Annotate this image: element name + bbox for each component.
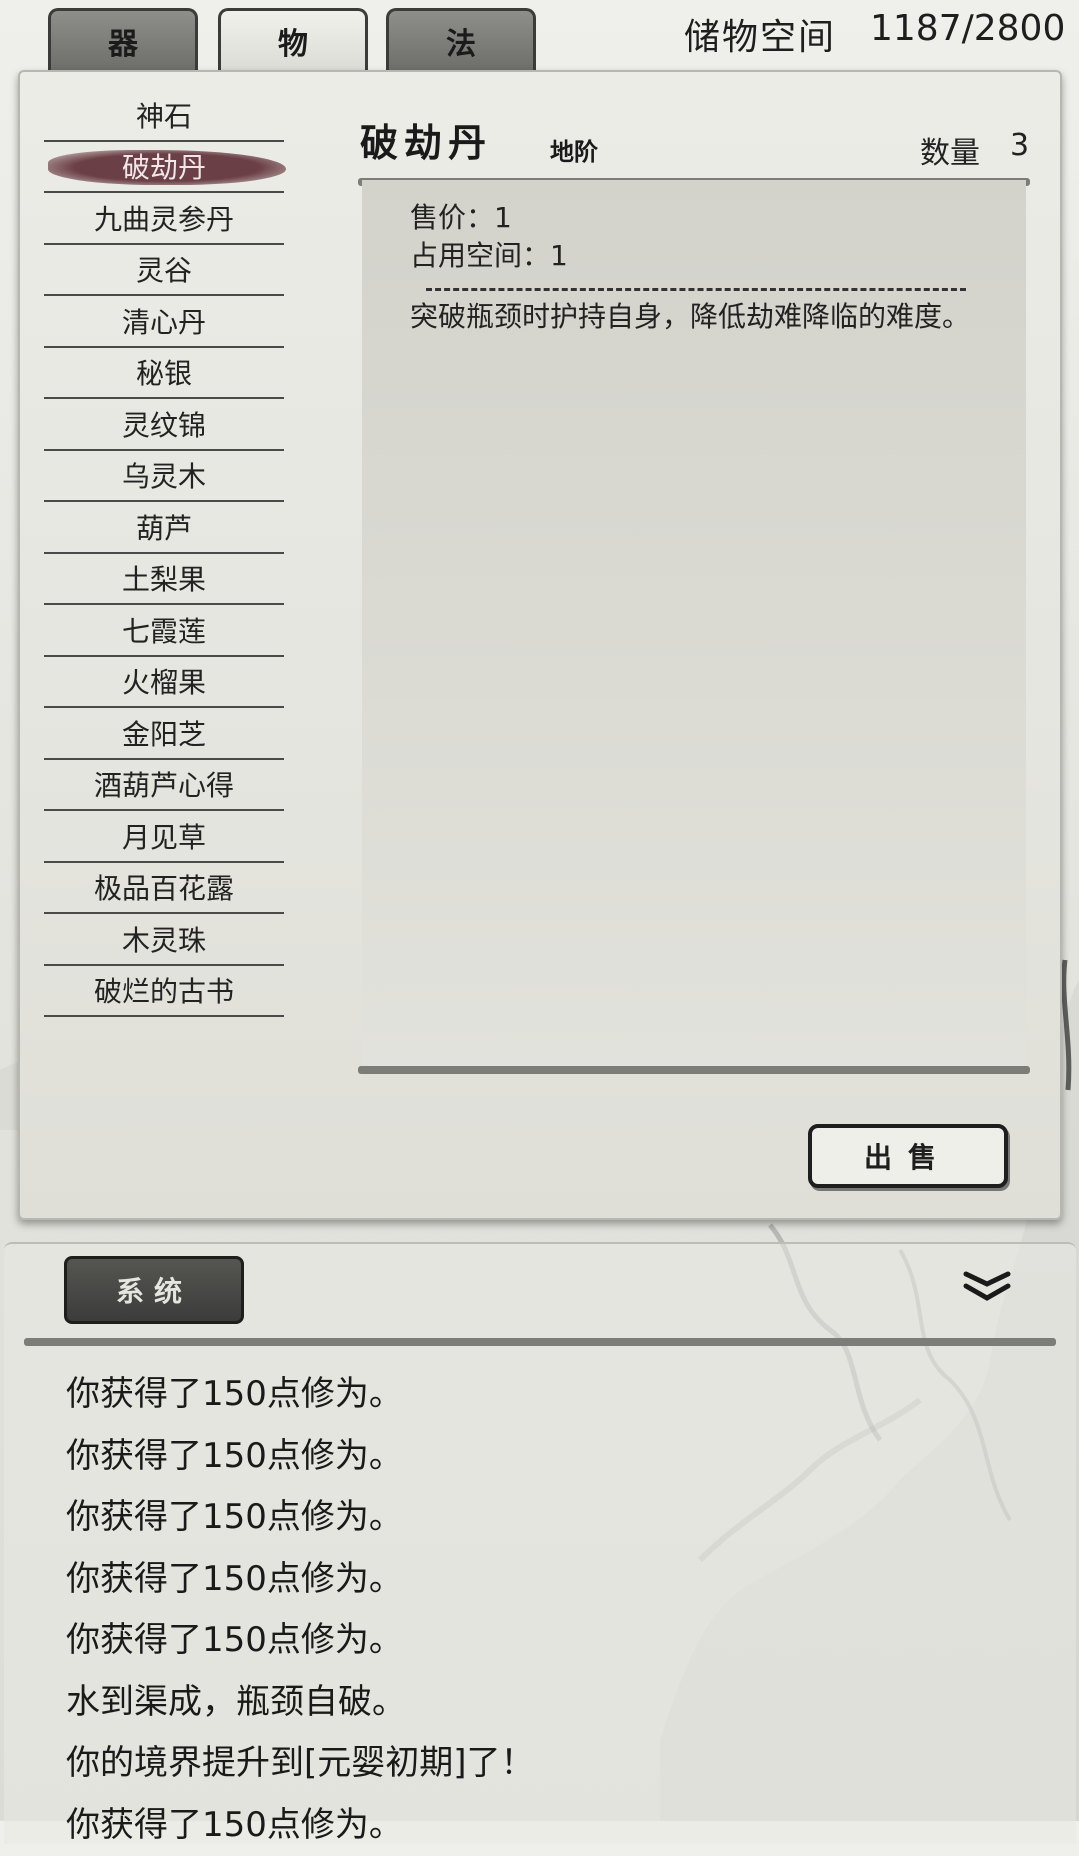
item-label: 土梨果 — [122, 558, 206, 598]
tab-label: 物 — [278, 19, 308, 63]
item-label: 破烂的古书 — [94, 970, 234, 1010]
description-text: 突破瓶颈时护持自身，降低劫难降临的难度。 — [410, 298, 970, 336]
item-label: 破劫丹 — [122, 146, 206, 186]
list-item[interactable]: 七霞莲 — [44, 605, 284, 657]
list-item[interactable]: 灵纹锦 — [44, 399, 284, 451]
item-label: 月见草 — [122, 816, 206, 856]
log-list: 你获得了150点修为。 你获得了150点修为。 你获得了150点修为。 你获得了… — [66, 1364, 535, 1856]
log-line: 你获得了150点修为。 — [66, 1549, 535, 1611]
list-item[interactable]: 破烂的古书 — [44, 966, 284, 1018]
list-item[interactable]: 酒葫芦心得 — [44, 760, 284, 812]
list-item[interactable]: 月见草 — [44, 811, 284, 863]
item-label: 木灵珠 — [122, 919, 206, 959]
item-description-box: 售价：1 占用空间：1 突破瓶颈时护持自身，降低劫难降临的难度。 — [362, 180, 1026, 1068]
item-label: 七霞莲 — [122, 610, 206, 650]
log-line: 你获得了150点修为。 — [66, 1364, 535, 1426]
item-label: 金阳芝 — [122, 713, 206, 753]
log-line: 水到渠成，瓶颈自破。 — [66, 1672, 535, 1734]
space-text: 占用空间：1 — [410, 234, 568, 274]
item-grade: 地阶 — [550, 132, 598, 167]
tab-label: 法 — [446, 19, 476, 63]
divider-bottom — [358, 1066, 1030, 1074]
inventory-panel: 神石 破劫丹 九曲灵参丹 灵谷 清心丹 秘银 灵纹锦 乌灵木 葫芦 土梨果 七霞… — [18, 70, 1062, 1220]
item-label: 神石 — [136, 95, 192, 135]
list-item[interactable]: 秘银 — [44, 348, 284, 400]
list-item[interactable]: 金阳芝 — [44, 708, 284, 760]
item-label: 极品百花露 — [94, 867, 234, 907]
dashed-divider — [426, 288, 966, 291]
tab-system[interactable]: 系统 — [64, 1256, 244, 1324]
storage-label: 储物空间 — [684, 8, 836, 60]
tab-equipment[interactable]: 器 — [48, 8, 198, 70]
quantity-value: 3 — [1010, 128, 1029, 163]
item-label: 清心丹 — [122, 301, 206, 341]
tab-label: 器 — [108, 19, 138, 63]
log-line: 你获得了150点修为。 — [66, 1610, 535, 1672]
list-item[interactable]: 极品百花露 — [44, 863, 284, 915]
log-line: 你获得了150点修为。 — [66, 1487, 535, 1549]
list-item[interactable]: 清心丹 — [44, 296, 284, 348]
item-label: 葫芦 — [136, 507, 192, 547]
list-item[interactable]: 葫芦 — [44, 502, 284, 554]
list-item[interactable]: 火榴果 — [44, 657, 284, 709]
storage-value: 1187/2800 — [870, 8, 1065, 49]
list-item-selected[interactable]: 破劫丹 — [44, 142, 284, 194]
system-log-panel: 系统 你获得了150点修为。 你获得了150点修为。 你获得了150点修为。 你… — [4, 1242, 1076, 1844]
tab-items[interactable]: 物 — [218, 8, 368, 70]
log-line: 你的境界提升到[元婴初期]了！ — [66, 1733, 535, 1795]
item-label: 秘银 — [136, 352, 192, 392]
log-line: 你获得了150点修为。 — [66, 1426, 535, 1488]
log-line: 你获得了150点修为。 — [66, 1795, 535, 1856]
list-item[interactable]: 神石 — [44, 90, 284, 142]
log-divider — [24, 1338, 1056, 1346]
list-item[interactable]: 九曲灵参丹 — [44, 193, 284, 245]
item-list: 神石 破劫丹 九曲灵参丹 灵谷 清心丹 秘银 灵纹锦 乌灵木 葫芦 土梨果 七霞… — [44, 90, 284, 1017]
item-label: 酒葫芦心得 — [94, 764, 234, 804]
list-item[interactable]: 土梨果 — [44, 554, 284, 606]
item-label: 火榴果 — [122, 661, 206, 701]
list-item[interactable]: 灵谷 — [44, 245, 284, 297]
item-label: 灵谷 — [136, 249, 192, 289]
item-name-title: 破劫丹 — [360, 112, 492, 167]
list-item[interactable]: 木灵珠 — [44, 914, 284, 966]
list-item[interactable]: 乌灵木 — [44, 451, 284, 503]
item-label: 九曲灵参丹 — [94, 198, 234, 238]
item-label: 乌灵木 — [122, 455, 206, 495]
quantity-label: 数量 — [920, 128, 980, 172]
sell-button[interactable]: 出售 — [808, 1124, 1008, 1188]
price-text: 售价：1 — [410, 196, 512, 236]
tab-techniques[interactable]: 法 — [386, 8, 536, 70]
item-label: 灵纹锦 — [122, 404, 206, 444]
double-chevron-down-icon[interactable] — [960, 1268, 1014, 1308]
